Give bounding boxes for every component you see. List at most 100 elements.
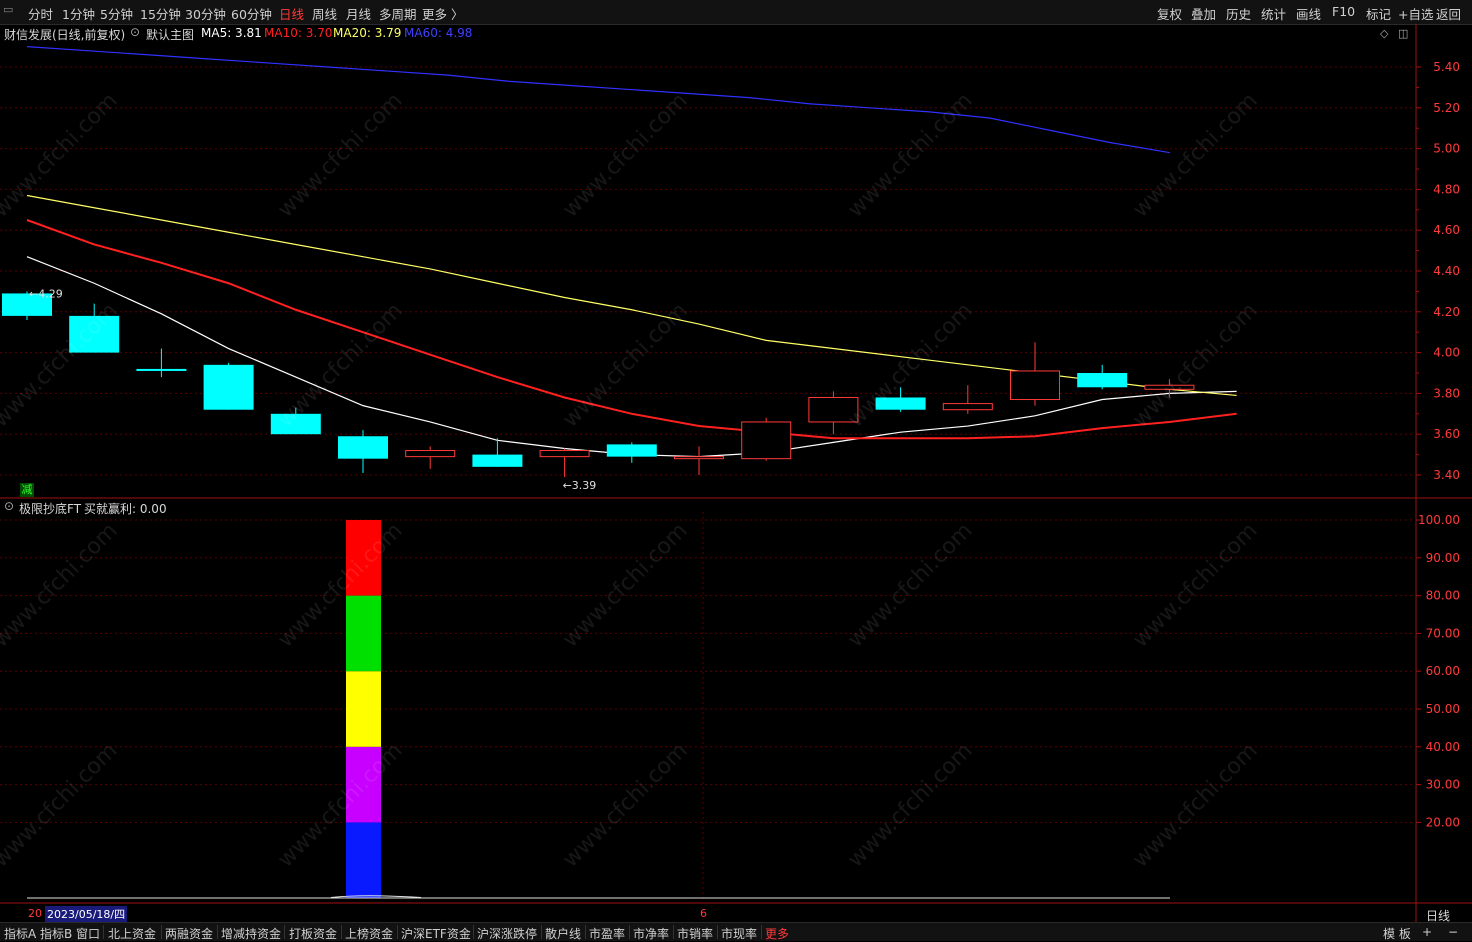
watermark-text: www.cfchi.com bbox=[1128, 518, 1262, 652]
period-tab-multi[interactable]: 多周期 bbox=[379, 4, 417, 23]
candle-body bbox=[606, 444, 657, 457]
watermark-text: www.cfchi.com bbox=[843, 88, 977, 222]
watermark-text: www.cfchi.com bbox=[843, 518, 977, 652]
panel-toggle-icon[interactable]: ◫ bbox=[1398, 27, 1408, 40]
window-menu-icon[interactable]: ▭ bbox=[3, 3, 13, 16]
main-y-tick-label: 5.20 bbox=[1433, 101, 1460, 115]
watermark-text: www.cfchi.com bbox=[273, 298, 407, 432]
tab-pcf-ratio[interactable]: 市现率 bbox=[721, 925, 757, 942]
period-tab-daily[interactable]: 日线 bbox=[279, 4, 304, 23]
add-watchlist-button[interactable]: +自选 bbox=[1398, 4, 1433, 23]
main-y-tick-label: 5.40 bbox=[1433, 60, 1460, 74]
tab-limit-updown[interactable]: 沪深涨跌停 bbox=[477, 925, 537, 942]
stock-title: 财信发展(日线,前复权) bbox=[4, 28, 126, 42]
diamond-icon[interactable]: ◇ bbox=[1380, 27, 1388, 40]
candle-body bbox=[942, 403, 993, 411]
signal-bar-segment bbox=[346, 822, 381, 898]
period-tab-weekly[interactable]: 周线 bbox=[312, 4, 337, 23]
high-price-annotation: ←4.29 bbox=[29, 287, 63, 300]
period-tab-1min[interactable]: 1分钟 bbox=[62, 4, 95, 23]
tab-indicator-a[interactable]: 指标A bbox=[4, 925, 36, 942]
f10-button[interactable]: F10 bbox=[1332, 4, 1355, 19]
tab-more[interactable]: 更多 bbox=[765, 925, 789, 942]
main-y-tick-label: 4.00 bbox=[1433, 346, 1460, 360]
ma10-value: MA10: 3.70 bbox=[264, 26, 333, 40]
watermark-text: www.cfchi.com bbox=[1128, 738, 1262, 872]
period-tab-60min[interactable]: 60分钟 bbox=[231, 4, 272, 23]
main-indicator-name[interactable]: 默认主图 bbox=[146, 26, 194, 43]
candle-body bbox=[203, 364, 254, 410]
statistics-button[interactable]: 统计 bbox=[1261, 4, 1286, 23]
period-tab-fenshi[interactable]: 分时 bbox=[28, 4, 53, 23]
template-button[interactable]: 模 板 bbox=[1383, 925, 1411, 942]
candle-body bbox=[472, 454, 523, 467]
candle-body bbox=[136, 368, 187, 371]
sub-y-tick-label: 100.00 bbox=[1418, 513, 1460, 527]
main-y-tick-label: 4.20 bbox=[1433, 305, 1460, 319]
candle-body bbox=[674, 456, 724, 460]
sub-indicator-name[interactable]: 极限抄底FT bbox=[19, 500, 81, 517]
x-axis-left-label: 20 bbox=[28, 907, 42, 920]
tab-pe-ratio[interactable]: 市盈率 bbox=[589, 925, 625, 942]
tab-ps-ratio[interactable]: 市销率 bbox=[677, 925, 713, 942]
indicator-toggle-icon[interactable]: ⊙ bbox=[130, 25, 140, 39]
top-toolbar: ▭ 分时 1分钟 5分钟 15分钟 30分钟 60分钟 日线 周线 月线 多周期… bbox=[0, 0, 1472, 25]
tab-retail-line[interactable]: 散户线 bbox=[545, 925, 581, 942]
candle bbox=[405, 446, 456, 469]
overlay-button[interactable]: 叠加 bbox=[1191, 4, 1216, 23]
sub-y-tick-label: 20.00 bbox=[1426, 815, 1460, 829]
back-button[interactable]: 返回 bbox=[1436, 4, 1461, 23]
zoom-in-button[interactable]: + bbox=[1422, 925, 1432, 939]
candle bbox=[1077, 364, 1128, 390]
tab-pb-ratio[interactable]: 市净率 bbox=[633, 925, 669, 942]
restore-rights-button[interactable]: 复权 bbox=[1157, 4, 1182, 23]
watermark-text: www.cfchi.com bbox=[0, 518, 123, 652]
low-price-annotation: ←3.39 bbox=[563, 479, 597, 492]
period-tab-monthly[interactable]: 月线 bbox=[346, 4, 371, 23]
candle-body bbox=[338, 436, 388, 459]
candle-body bbox=[1010, 370, 1060, 401]
candle bbox=[741, 417, 792, 461]
tab-holding-change-funds[interactable]: 增减持资金 bbox=[221, 925, 281, 942]
ma5-value: MA5: 3.81 bbox=[201, 26, 262, 40]
ma20-value: MA20: 3.79 bbox=[333, 26, 402, 40]
period-tab-more[interactable]: 更多 〉 bbox=[422, 4, 463, 23]
tab-etf-funds[interactable]: 沪深ETF资金 bbox=[401, 925, 471, 942]
draw-line-button[interactable]: 画线 bbox=[1296, 4, 1321, 23]
sub-y-tick-label: 30.00 bbox=[1426, 778, 1460, 792]
watermark-layer: www.cfchi.com www.cfchi.com www.cfchi.com w… bbox=[0, 88, 1263, 872]
zoom-out-button[interactable]: − bbox=[1448, 925, 1458, 939]
history-button[interactable]: 历史 bbox=[1226, 4, 1251, 23]
sub-y-tick-label: 60.00 bbox=[1426, 664, 1460, 678]
sub-indicator-toggle-icon[interactable]: ⊙ bbox=[4, 499, 14, 513]
candle bbox=[539, 448, 590, 478]
sub-y-tick-label: 70.00 bbox=[1426, 626, 1460, 640]
watermark-text: www.cfchi.com bbox=[0, 738, 123, 872]
candle-body bbox=[539, 450, 590, 458]
watermark-text: www.cfchi.com bbox=[558, 518, 692, 652]
main-y-tick-label: 4.80 bbox=[1433, 182, 1460, 196]
kline-chart[interactable]: 5.40 5.20 5.00 4.80 4.60 4.40 4.20 4.00 3.80 3.60… bbox=[0, 24, 1472, 922]
candle bbox=[606, 442, 657, 463]
period-tab-15min[interactable]: 15分钟 bbox=[140, 4, 181, 23]
ma-line-ma60 bbox=[26, 46, 1171, 154]
tab-limitup-funds[interactable]: 打板资金 bbox=[289, 925, 337, 942]
candle bbox=[942, 385, 993, 414]
period-tab-5min[interactable]: 5分钟 bbox=[100, 4, 133, 23]
candle bbox=[674, 446, 724, 475]
mark-button[interactable]: 标记 bbox=[1366, 4, 1391, 23]
tab-window[interactable]: 窗口 bbox=[76, 925, 100, 942]
sub-indicator-value: 买就赢利: 0.00 bbox=[84, 502, 167, 516]
sub-y-tick-label: 40.00 bbox=[1426, 740, 1460, 754]
candle bbox=[203, 362, 254, 410]
tab-indicator-b[interactable]: 指标B bbox=[40, 925, 72, 942]
watermark-text: www.cfchi.com bbox=[558, 738, 692, 872]
cursor-date-label: 2023/05/18/四 bbox=[45, 906, 128, 922]
tab-toplist-funds[interactable]: 上榜资金 bbox=[345, 925, 393, 942]
tab-northbound-funds[interactable]: 北上资金 bbox=[108, 925, 156, 942]
candle-body bbox=[741, 421, 792, 460]
period-tab-30min[interactable]: 30分钟 bbox=[185, 4, 226, 23]
tab-margin-funds[interactable]: 两融资金 bbox=[165, 925, 213, 942]
watermark-text: www.cfchi.com bbox=[843, 298, 977, 432]
main-y-tick-label: 3.40 bbox=[1433, 468, 1460, 482]
